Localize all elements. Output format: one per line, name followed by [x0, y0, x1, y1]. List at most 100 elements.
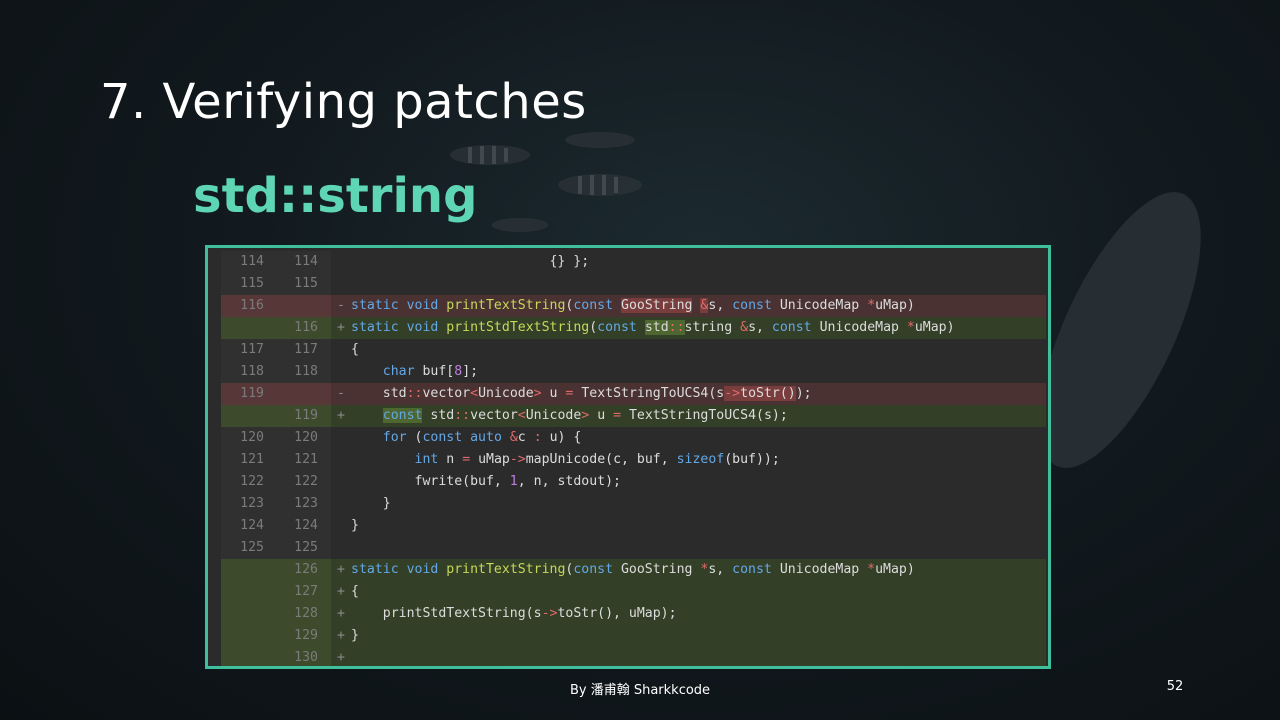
code-text: {} };	[351, 251, 589, 273]
code-token: TextString	[509, 320, 590, 335]
line-number-gutter: 124 124	[221, 515, 331, 537]
code-text: int n = uMap->mapUnicode(c, buf, sizeof(…	[351, 449, 780, 471]
code-text: std::vector<Unicode> u = TextStringToUCS…	[351, 383, 812, 405]
code-text: for (const auto &c : u) {	[351, 427, 582, 449]
old-line-number: 125	[240, 540, 264, 555]
code-token: sizeof	[676, 452, 725, 467]
code-token: fwrite(buf,	[351, 474, 510, 489]
diff-line-removed: 119 - std::vector<Unicode> u = TextString…	[221, 383, 1046, 405]
diff-line-added: 116 + static void printStdTextString(const…	[221, 317, 1046, 339]
code-text: }	[351, 625, 359, 647]
code-token: <	[517, 408, 526, 423]
code-token: UnicodeMap	[771, 562, 868, 577]
diff-marker: +	[337, 584, 345, 599]
code-token: s,	[708, 298, 733, 313]
code-text: static void printTextString(const GooStr…	[351, 295, 915, 317]
code-token: {	[351, 342, 359, 357]
code-token: vector	[422, 386, 471, 401]
new-line-number: 114	[294, 254, 318, 269]
code-token: ->	[509, 452, 526, 467]
code-token: const	[382, 408, 423, 423]
line-number-gutter: 129	[221, 625, 331, 647]
new-line-number: 129	[294, 628, 318, 643]
code-token: std	[644, 320, 669, 335]
line-number-gutter: 122 122	[221, 471, 331, 493]
code-token: const	[771, 320, 812, 335]
line-number-gutter: 126	[221, 559, 331, 581]
code-token: printTextString	[446, 562, 566, 577]
code-token: ::	[668, 320, 685, 335]
new-line-number: 130	[294, 650, 318, 665]
code-text: {	[351, 581, 359, 603]
code-token: c	[517, 430, 534, 445]
line-number-gutter: 114 114	[221, 251, 331, 273]
code-token: =	[613, 408, 622, 423]
code-token: ];	[462, 364, 479, 379]
new-line-number: 121	[294, 452, 318, 467]
line-number-gutter: 130	[221, 647, 331, 666]
diff-line-context: 125 125	[221, 537, 1046, 559]
code-token: );	[795, 386, 812, 401]
diff-marker: +	[337, 408, 345, 423]
code-text: static void printTextString(const GooStr…	[351, 559, 915, 581]
diff-marker: -	[337, 298, 345, 313]
old-line-number: 121	[240, 452, 264, 467]
code-token: *	[906, 320, 915, 335]
code-token: }	[351, 628, 359, 643]
code-token: const	[573, 298, 614, 313]
code-token: TextStringToUCS4(s);	[621, 408, 788, 423]
diff-line-context: 120 120 for (const auto &c : u) {	[221, 427, 1046, 449]
code-token: printStdTextString(s	[351, 606, 542, 621]
code-text: }	[351, 493, 391, 515]
line-number-gutter: 127	[221, 581, 331, 603]
code-token: ::	[454, 408, 471, 423]
code-token: *	[867, 298, 876, 313]
code-token: u	[589, 408, 614, 423]
line-number-gutter: 118 118	[221, 361, 331, 383]
line-number-gutter: 121 121	[221, 449, 331, 471]
new-line-number: 122	[294, 474, 318, 489]
code-token: UnicodeMap	[811, 320, 907, 335]
new-line-number: 123	[294, 496, 318, 511]
code-token: UnicodeMap	[771, 298, 868, 313]
old-line-number: 122	[240, 474, 264, 489]
code-text: fwrite(buf, 1, n, stdout);	[351, 471, 621, 493]
old-line-number: 123	[240, 496, 264, 511]
code-token: static void	[351, 298, 439, 313]
code-token: u) {	[541, 430, 582, 445]
diff-marker: +	[337, 628, 345, 643]
code-token: Unicode	[525, 408, 582, 423]
code-token: const	[597, 320, 637, 335]
diff-line-context: 118 118 char buf[8];	[221, 361, 1046, 383]
code-token: (	[589, 320, 598, 335]
code-token: const	[732, 562, 772, 577]
diff-line-removed: 116 - static void printTextString(const Go…	[221, 295, 1046, 317]
code-token: vector	[470, 408, 518, 423]
code-token: printStd	[438, 320, 510, 335]
diff-line-added: 126 + static void printTextString(const Go…	[221, 559, 1046, 581]
slide-footer: By 潘甫翰 Sharkkcode	[569, 683, 711, 698]
code-token: const	[732, 298, 772, 313]
code-text: }	[351, 515, 359, 537]
code-token: =	[462, 452, 471, 467]
code-token: &	[740, 320, 749, 335]
code-token: ->	[541, 606, 558, 621]
new-line-number: 126	[294, 562, 318, 577]
code-token: n	[438, 452, 463, 467]
code-token: buf[	[414, 364, 455, 379]
code-token: std	[351, 386, 407, 401]
code-token: int	[414, 452, 439, 467]
diff-marker: +	[337, 650, 345, 665]
page-number: 52	[1166, 679, 1184, 694]
line-number-gutter: 116	[221, 295, 331, 317]
line-number-gutter: 117 117	[221, 339, 331, 361]
code-token: <	[470, 386, 479, 401]
code-token: ->	[724, 386, 741, 401]
diff-line-context: 122 122 fwrite(buf, 1, n, stdout);	[221, 471, 1046, 493]
old-line-number: 114	[240, 254, 264, 269]
code-token: static void	[351, 320, 439, 335]
code-token: toStr()	[740, 386, 796, 401]
